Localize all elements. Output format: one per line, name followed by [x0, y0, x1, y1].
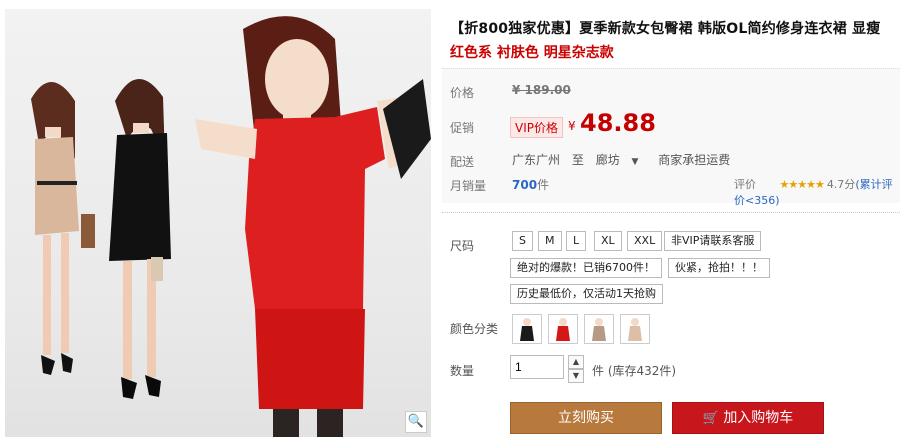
monthly-sales-label: 月销量 [450, 179, 487, 193]
model-black [109, 78, 171, 399]
quantity-label: 数量 [450, 364, 475, 378]
size-label: 尺码 [450, 239, 475, 253]
shipping-fee: 商家承担运费 [658, 153, 731, 167]
size-option-grab[interactable]: 伙紧，抢拍！！！ [668, 258, 770, 278]
model-red [195, 16, 431, 437]
shipping-info: 广东广州 至 廊坊 ▼ 商家承担运费 [512, 151, 738, 168]
promo-price-label: 促销 [450, 121, 475, 135]
quantity-decrease-icon[interactable]: ▼ [568, 369, 584, 383]
product-image[interactable]: 🔍 [5, 9, 431, 437]
beige-dress-thumb-icon [628, 318, 642, 341]
ship-from: 广东广州 [512, 153, 561, 167]
rating-label: 评价 [734, 178, 756, 191]
swatch-dress-0 [520, 326, 534, 341]
swatch-dress-3 [628, 326, 642, 341]
model-beige [31, 81, 95, 375]
monthly-sales: 700件 [512, 178, 550, 192]
size-option-s[interactable]: S [512, 231, 533, 251]
buy-now-button[interactable]: 立刻购买 [510, 402, 662, 434]
product-subtitle: 红色系 衬肤色 明星杂志款 [450, 45, 614, 61]
size-option-hot[interactable]: 绝对的爆款！已销6700件！ [510, 258, 662, 278]
divider [442, 212, 900, 213]
red-dress-thumb-icon [556, 318, 570, 341]
size-option-xl[interactable]: XL [594, 231, 622, 251]
product-info-panel: 【折800独家优惠】夏季新款女包臀裙 韩版OL简约修身连衣裙 显瘦 红色系 衬肤… [442, 0, 900, 438]
add-to-cart-label: 加入购物车 [723, 410, 794, 426]
quantity-increase-icon[interactable]: ▲ [568, 355, 584, 369]
product-photo-illustration [31, 16, 431, 437]
color-swatch-taupe[interactable] [584, 314, 614, 344]
ship-to-word: 至 [571, 153, 584, 167]
swatch-dress-2 [592, 326, 606, 341]
color-label: 颜色分类 [450, 322, 499, 336]
original-price-label: 价格 [450, 86, 475, 100]
shipping-label: 配送 [450, 155, 475, 169]
ship-destination-select[interactable]: 廊坊 ▼ [596, 153, 647, 167]
star-rating-icon: ★★★★★ [779, 178, 825, 191]
rating: 评价 ★★★★★ 4.7分(累计评价<356) [734, 176, 900, 208]
promo-price: 48.88 [580, 109, 656, 137]
currency-symbol: ¥ [568, 119, 576, 133]
color-swatch-beige[interactable] [620, 314, 650, 344]
stock-info: 件 (库存432件) [592, 364, 677, 378]
color-swatch-black[interactable] [512, 314, 542, 344]
add-to-cart-button[interactable]: 🛒 加入购物车 [672, 402, 824, 434]
size-option-xxl[interactable]: XXL [627, 231, 663, 251]
magnifier-icon[interactable]: 🔍 [405, 411, 427, 433]
cart-icon: 🛒 [702, 411, 719, 426]
rating-score: 4.7分 [826, 178, 856, 191]
color-swatch-red[interactable] [548, 314, 578, 344]
vip-price-tag: VIP价格 [510, 117, 563, 138]
taupe-dress-thumb-icon [592, 318, 606, 341]
product-title: 【折800独家优惠】夏季新款女包臀裙 韩版OL简约修身连衣裙 显瘦 [450, 21, 881, 37]
size-option-non-vip[interactable]: 非VIP请联系客服 [664, 231, 762, 251]
chevron-down-icon: ▼ [631, 157, 639, 167]
size-option-m[interactable]: M [538, 231, 562, 251]
quantity-input[interactable] [510, 355, 564, 379]
black-dress-thumb-icon [520, 318, 534, 341]
original-price: ¥ 189.00 [512, 83, 571, 97]
size-option-lowest[interactable]: 历史最低价，仅活动1天抢购 [510, 284, 663, 304]
size-option-l[interactable]: L [566, 231, 587, 251]
swatch-dress-1 [556, 326, 570, 341]
price-box: 价格 ¥ 189.00 促销 VIP价格 ¥ 48.88 配送 广东广州 至 廊… [442, 68, 900, 207]
